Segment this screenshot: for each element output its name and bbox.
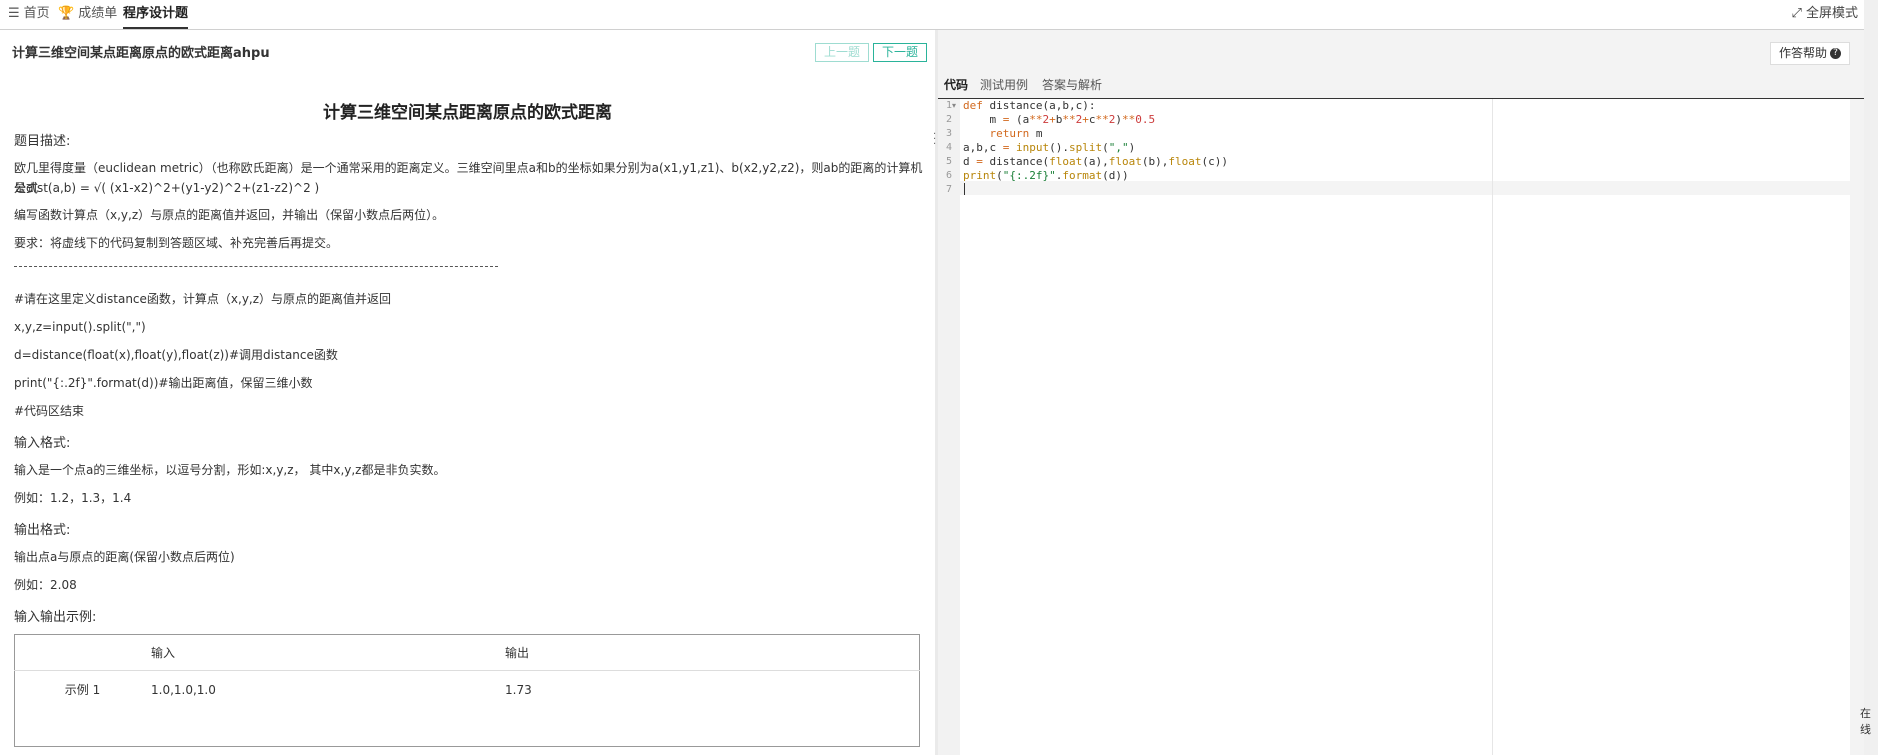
question-icon: ? xyxy=(1830,48,1841,59)
answer-panel: 作答帮助? 代码 测试用例 答案与解析 1 ▾ 2 3 4 5 6 7 def … xyxy=(938,30,1864,755)
problem-panel: 计算三维空间某点距离原点的欧式距离ahpu 上一题 下一题 计算三维空间某点距离… xyxy=(0,30,935,755)
answer-tabs: 代码 测试用例 答案与解析 xyxy=(938,70,1864,99)
print-margin xyxy=(1492,99,1493,755)
dashed-divider xyxy=(14,266,498,267)
requirement-line: 要求：将虚线下的代码复制到答题区域、补充完善后再提交。 xyxy=(14,236,339,250)
code-line-4: print("{:.2f}".format(d))#输出距离值，保留三维小数 xyxy=(14,376,313,390)
input-example: 例如：1.2，1.3，1.4 xyxy=(14,491,132,505)
fold-arrow-icon[interactable]: ▾ xyxy=(952,101,956,110)
task-line: 编写函数计算点（x,y,z）与原点的距离值并返回，并输出（保留小数点后两位）。 xyxy=(14,208,445,222)
line-number-gutter xyxy=(938,99,960,755)
line-number: 5 xyxy=(945,156,952,167)
splitter-handle-icon[interactable]: · · · xyxy=(933,130,936,150)
code-line-2: x,y,z=input().split(",") xyxy=(14,320,146,334)
active-line-highlight xyxy=(960,181,1864,195)
desc-heading: 题目描述: xyxy=(14,134,71,149)
io-example-heading: 输入输出示例: xyxy=(14,610,97,625)
tab-home[interactable]: ☰ 首页 xyxy=(8,0,50,29)
code-line: m = (a**2+b**2+c**2)**0.5 xyxy=(963,113,1156,126)
line-number: 7 xyxy=(945,184,952,195)
table-cell-output: 1.73 xyxy=(505,682,532,697)
table-header-input: 输入 xyxy=(150,634,504,672)
online-widget[interactable]: 在线 xyxy=(1860,706,1876,738)
table-header-output: 输出 xyxy=(504,634,920,672)
tab-code[interactable]: 代码 xyxy=(944,76,968,93)
line-number: 3 xyxy=(945,128,952,139)
output-heading: 输出格式: xyxy=(14,523,71,538)
next-question-button[interactable]: 下一题 xyxy=(873,43,928,62)
answer-help-label: 作答帮助 xyxy=(1778,46,1827,60)
fullscreen-button[interactable]: ⤢ 全屏模式 xyxy=(1791,0,1858,29)
line-number: 6 xyxy=(945,170,952,181)
tab-test-cases[interactable]: 测试用例 xyxy=(980,76,1028,93)
code-line: print("{:.2f}".format(d)) xyxy=(963,169,1129,182)
tab-transcript[interactable]: 🏆 成绩单 xyxy=(58,0,117,29)
text-cursor xyxy=(964,183,965,195)
answer-help-button[interactable]: 作答帮助? xyxy=(1769,42,1850,65)
code-editor[interactable]: 1 ▾ 2 3 4 5 6 7 def distance(a,b,c): m =… xyxy=(938,99,1864,755)
tab-home-label: 首页 xyxy=(23,6,50,21)
table-header-blank xyxy=(14,634,150,672)
input-format-line: 输入是一个点a的三维坐标，以逗号分割，形如:x,y,z， 其中x,y,z都是非负… xyxy=(14,463,446,477)
output-format-line: 输出点a与原点的距离(保留小数点后两位) xyxy=(14,550,235,564)
line-number: 4 xyxy=(945,142,952,153)
problem-title: 计算三维空间某点距离原点的欧式距离ahpu xyxy=(12,46,270,61)
trophy-icon: 🏆 xyxy=(58,6,75,21)
table-row-empty xyxy=(15,709,920,747)
menu-icon: ☰ xyxy=(8,6,20,21)
table-cell-input: 1.0,1.0,1.0 xyxy=(151,682,216,697)
table-cell-example-name: 示例 1 xyxy=(64,683,101,698)
tab-answer-analysis[interactable]: 答案与解析 xyxy=(1042,76,1102,93)
desc-line-2: 是dist(a,b) = √( (x1-x2)^2+(y1-y2)^2+(z1-… xyxy=(14,181,320,195)
code-line: a,b,c = input().split(",") xyxy=(963,141,1136,154)
line-number: 2 xyxy=(945,114,952,125)
fullscreen-label: 全屏模式 xyxy=(1805,6,1858,21)
top-nav-bar: ☰ 首页 🏆 成绩单 程序设计题 ⤢ 全屏模式 xyxy=(0,0,1878,30)
editor-scrollbar[interactable] xyxy=(1850,99,1864,755)
code-line: d = distance(float(a),float(b),float(c)) xyxy=(963,155,1228,168)
tab-programming-label: 程序设计题 xyxy=(123,6,189,21)
input-heading: 输入格式: xyxy=(14,436,71,451)
tab-transcript-label: 成绩单 xyxy=(78,6,118,21)
table-row: 示例 1 1.0,1.0,1.0 1.73 xyxy=(15,671,920,709)
expand-icon: ⤢ xyxy=(1791,6,1802,21)
table-header-row: 输入 输出 xyxy=(14,634,920,672)
tab-programming[interactable]: 程序设计题 xyxy=(123,0,189,29)
prev-question-button[interactable]: 上一题 xyxy=(815,43,870,62)
page-scrollbar[interactable] xyxy=(1864,0,1878,755)
content-title: 计算三维空间某点距离原点的欧式距离 xyxy=(323,103,612,123)
line-number: 1 xyxy=(945,100,952,111)
code-line-5: #代码区结束 xyxy=(14,404,85,418)
code-line-1: #请在这里定义distance函数，计算点（x,y,z）与原点的距离值并返回 xyxy=(14,292,392,306)
io-example-table: 输入 输出 示例 1 1.0,1.0,1.0 1.73 xyxy=(14,634,920,747)
code-line: return m xyxy=(989,127,1043,140)
code-line: def distance(a,b,c): xyxy=(963,99,1096,112)
code-line-3: d=distance(float(x),float(y),float(z))#调… xyxy=(14,348,338,362)
output-example: 例如：2.08 xyxy=(14,578,77,592)
